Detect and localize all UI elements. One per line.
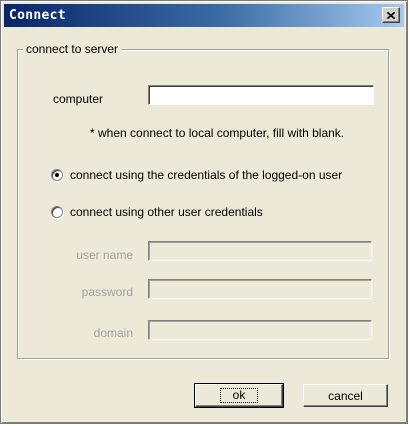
computer-hint: * when connect to local computer, fill w… — [90, 126, 345, 140]
radio-other-user-label: connect using other user credentials — [70, 205, 263, 219]
ok-button-label: ok — [219, 388, 259, 403]
close-icon — [387, 11, 395, 19]
dialog-title: Connect — [9, 8, 66, 23]
radio-logged-on-user-button[interactable] — [51, 169, 63, 181]
computer-input[interactable] — [148, 85, 374, 105]
radio-logged-on-user[interactable]: connect using the credentials of the log… — [51, 168, 342, 182]
group-legend: connect to server — [23, 42, 122, 56]
radio-other-user[interactable]: connect using other user credentials — [51, 205, 263, 219]
domain-label: domain — [93, 326, 133, 340]
close-button[interactable] — [382, 7, 400, 23]
cancel-button[interactable]: cancel — [303, 384, 388, 407]
cancel-button-label: cancel — [328, 388, 363, 403]
computer-label: computer — [53, 92, 104, 106]
user-name-label: user name — [76, 248, 133, 262]
user-name-input[interactable] — [148, 241, 372, 261]
title-bar[interactable]: Connect — [4, 4, 404, 27]
password-input[interactable] — [148, 279, 372, 299]
ok-button[interactable]: ok — [194, 383, 284, 408]
radio-other-user-button[interactable] — [51, 206, 63, 218]
domain-input[interactable] — [148, 320, 372, 340]
password-label: password — [81, 285, 133, 299]
radio-logged-on-user-label: connect using the credentials of the log… — [70, 168, 343, 182]
